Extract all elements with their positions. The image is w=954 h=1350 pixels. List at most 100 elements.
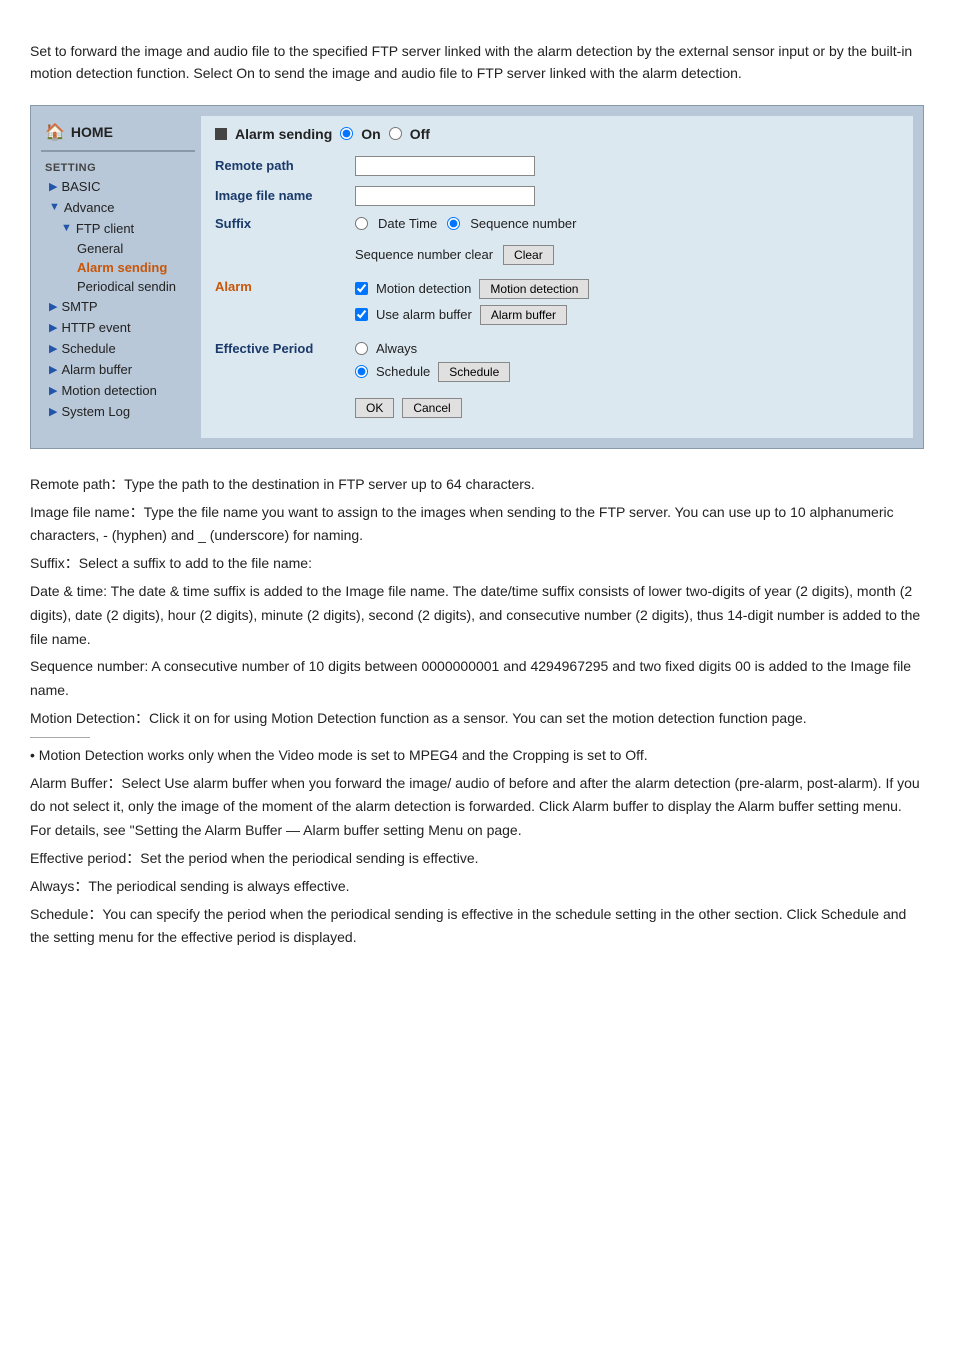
desc-sequence-number: Sequence number: A consecutive number of… <box>30 655 924 703</box>
sidebar-label-basic: BASIC <box>61 179 100 194</box>
alarm-options: Motion detection Motion detection Use al… <box>355 279 589 331</box>
image-file-name-label: Image file name <box>215 188 345 203</box>
sidebar-item-alarm-sending[interactable]: Alarm sending <box>41 258 195 277</box>
schedule-button[interactable]: Schedule <box>438 362 510 382</box>
sidebar-label-motion-detection: Motion detection <box>61 383 156 398</box>
use-alarm-buffer-row: Use alarm buffer Alarm buffer <box>355 305 589 325</box>
ui-panel: 🏠 HOME SETTING ▶ BASIC ▼ Advance ▼ FTP c… <box>30 105 924 449</box>
sidebar-label-general: General <box>77 241 123 256</box>
seq-number-clear-label: Sequence number clear <box>355 247 493 262</box>
sidebar-setting-label: SETTING <box>41 158 195 176</box>
sidebar-item-alarm-buffer[interactable]: ▶ Alarm buffer <box>41 359 195 380</box>
arrow-icon-alarm-buffer: ▶ <box>49 363 57 376</box>
sidebar-item-basic[interactable]: ▶ BASIC <box>41 176 195 197</box>
desc-divider <box>30 737 90 738</box>
desc-motion-note: • Motion Detection works only when the V… <box>30 744 924 768</box>
sidebar-item-periodical-sendin[interactable]: Periodical sendin <box>41 277 195 296</box>
alarm-sending-header: Alarm sending On Off <box>215 126 899 142</box>
image-file-name-input[interactable] <box>355 186 535 206</box>
ok-button[interactable]: OK <box>355 398 394 418</box>
sidebar-home-label: HOME <box>71 124 113 140</box>
arrow-icon-syslog: ▶ <box>49 405 57 418</box>
schedule-row: Schedule Schedule <box>355 362 510 382</box>
alarm-sending-label: Alarm sending <box>235 126 332 142</box>
sidebar-item-schedule[interactable]: ▶ Schedule <box>41 338 195 359</box>
seq-clear-row: Sequence number clear Clear <box>215 241 899 269</box>
sidebar-label-alarm-sending: Alarm sending <box>77 260 167 275</box>
effective-period-options: Always Schedule Schedule OK Cancel <box>355 341 510 418</box>
suffix-options: Date Time Sequence number <box>355 216 577 231</box>
sidebar-item-advance[interactable]: ▼ Advance <box>41 197 195 218</box>
schedule-radio[interactable] <box>355 365 368 378</box>
motion-detection-checkbox[interactable] <box>355 282 368 295</box>
arrow-icon-basic: ▶ <box>49 180 57 193</box>
alarm-sending-checkbox-icon <box>215 128 227 140</box>
motion-detection-button[interactable]: Motion detection <box>479 279 589 299</box>
alarm-row: Alarm Motion detection Motion detection … <box>215 279 899 331</box>
ok-cancel-row: OK Cancel <box>355 398 510 418</box>
sidebar-label-system-log: System Log <box>61 404 130 419</box>
alarm-buffer-button[interactable]: Alarm buffer <box>480 305 567 325</box>
remote-path-label: Remote path <box>215 158 345 173</box>
desc-schedule: Schedule：You can specify the period when… <box>30 903 924 951</box>
arrow-icon-ftp: ▼ <box>61 222 72 234</box>
sidebar-label-periodical-sendin: Periodical sendin <box>77 279 176 294</box>
main-content: Alarm sending On Off Remote path Image f… <box>201 116 913 438</box>
desc-effective-period: Effective period：Set the period when the… <box>30 847 924 871</box>
sidebar-item-http-event[interactable]: ▶ HTTP event <box>41 317 195 338</box>
sidebar-item-motion-detection[interactable]: ▶ Motion detection <box>41 380 195 401</box>
sidebar-home[interactable]: 🏠 HOME <box>41 116 195 152</box>
seq-clear-controls: Sequence number clear Clear <box>355 245 554 265</box>
desc-remote-path: Remote path：Type the path to the destina… <box>30 473 924 497</box>
suffix-row: Suffix Date Time Sequence number <box>215 216 899 231</box>
sidebar-label-ftp: FTP client <box>76 221 134 236</box>
desc-date-time: Date & time: The date & time suffix is a… <box>30 580 924 651</box>
arrow-icon-smtp: ▶ <box>49 300 57 313</box>
sidebar-label-smtp: SMTP <box>61 299 97 314</box>
desc-alarm-buffer: Alarm Buffer：Select Use alarm buffer whe… <box>30 772 924 843</box>
sidebar-item-smtp[interactable]: ▶ SMTP <box>41 296 195 317</box>
schedule-label[interactable]: Schedule <box>376 364 430 379</box>
suffix-seq-label[interactable]: Sequence number <box>470 216 576 231</box>
sidebar-item-ftp-client[interactable]: ▼ FTP client <box>41 218 195 239</box>
arrow-icon-http: ▶ <box>49 321 57 334</box>
radio-on[interactable] <box>340 127 353 140</box>
suffix-label: Suffix <box>215 216 345 231</box>
always-radio[interactable] <box>355 342 368 355</box>
arrow-icon-schedule: ▶ <box>49 342 57 355</box>
remote-path-input[interactable] <box>355 156 535 176</box>
suffix-datetime-label[interactable]: Date Time <box>378 216 437 231</box>
always-label[interactable]: Always <box>376 341 417 356</box>
sidebar-label-alarm-buffer: Alarm buffer <box>61 362 132 377</box>
arrow-icon-advance: ▼ <box>49 201 60 213</box>
effective-period-row: Effective Period Always Schedule Schedul… <box>215 341 899 418</box>
motion-detection-row: Motion detection Motion detection <box>355 279 589 299</box>
use-alarm-buffer-checkbox[interactable] <box>355 308 368 321</box>
radio-on-label[interactable]: On <box>361 126 380 142</box>
use-alarm-buffer-label[interactable]: Use alarm buffer <box>376 307 472 322</box>
suffix-datetime-radio[interactable] <box>355 217 368 230</box>
arrow-icon-motion: ▶ <box>49 384 57 397</box>
remote-path-row: Remote path <box>215 156 899 176</box>
desc-image-file-name: Image file name：Type the file name you w… <box>30 501 924 549</box>
suffix-seq-radio[interactable] <box>447 217 460 230</box>
sidebar-label-schedule: Schedule <box>61 341 115 356</box>
desc-always: Always：The periodical sending is always … <box>30 875 924 899</box>
clear-button[interactable]: Clear <box>503 245 554 265</box>
sidebar: 🏠 HOME SETTING ▶ BASIC ▼ Advance ▼ FTP c… <box>41 116 201 438</box>
always-row: Always <box>355 341 510 356</box>
desc-motion-detection: Motion Detection：Click it on for using M… <box>30 707 924 731</box>
cancel-button[interactable]: Cancel <box>402 398 461 418</box>
sidebar-item-system-log[interactable]: ▶ System Log <box>41 401 195 422</box>
sidebar-item-general[interactable]: General <box>41 239 195 258</box>
description-section: Remote path：Type the path to the destina… <box>30 473 924 950</box>
image-file-name-row: Image file name <box>215 186 899 206</box>
motion-detection-check-label[interactable]: Motion detection <box>376 281 471 296</box>
radio-off[interactable] <box>389 127 402 140</box>
desc-suffix: Suffix：Select a suffix to add to the fil… <box>30 552 924 576</box>
intro-paragraph: Set to forward the image and audio file … <box>30 40 924 85</box>
sidebar-label-http-event: HTTP event <box>61 320 130 335</box>
radio-off-label[interactable]: Off <box>410 126 430 142</box>
alarm-label: Alarm <box>215 279 345 294</box>
sidebar-label-advance: Advance <box>64 200 115 215</box>
